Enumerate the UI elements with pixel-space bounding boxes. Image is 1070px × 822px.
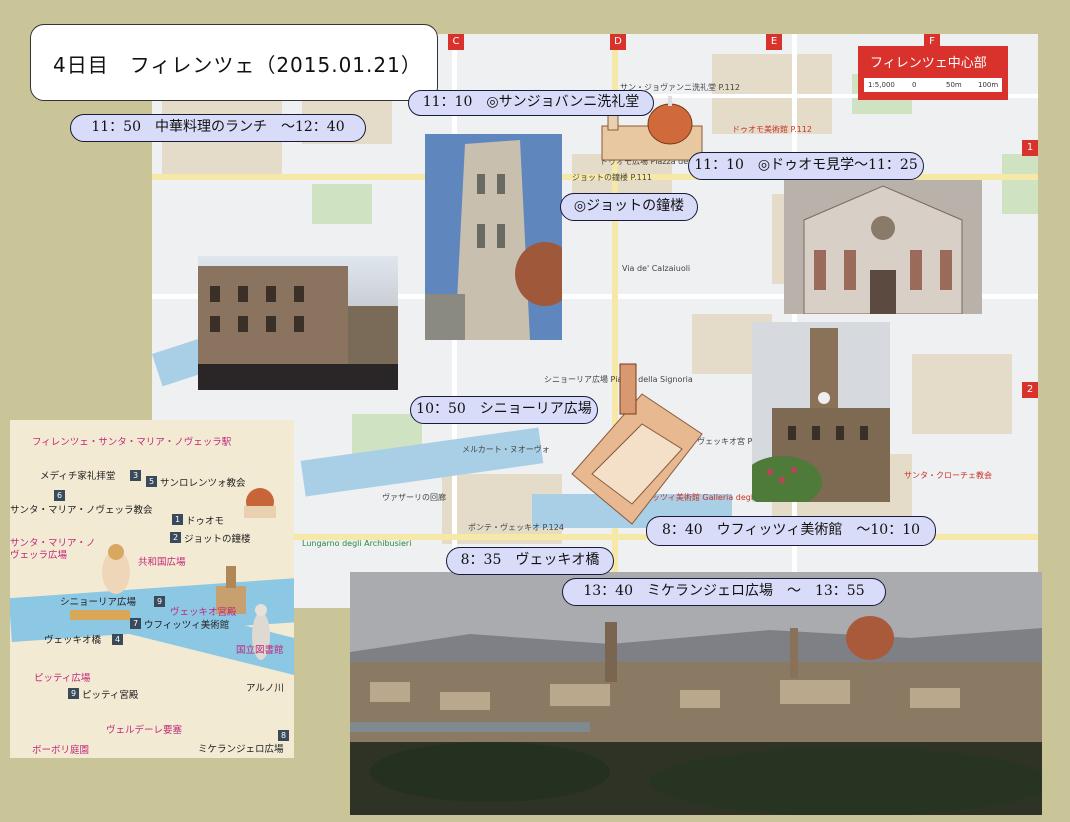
map-label-duomo-museum: ドゥオモ美術館 P.112 — [732, 125, 812, 134]
map-item-station: フィレンツェ・サンタ・マリア・ノヴェッラ駅 — [32, 437, 232, 448]
map-item-num-michelangelo: 8 — [278, 730, 289, 741]
day-title-box: 4日目 フィレンツェ（2015.01.21） — [30, 24, 438, 101]
label-uffizi: 8：40 ウフィッツィ美術館 ～10：10 — [646, 516, 936, 546]
map-item-boboli: ボーボリ庭園 — [32, 745, 90, 756]
label-giotto: ◎ジョットの鐘楼 — [560, 193, 698, 221]
label-michelangelo: 13：40 ミケランジェロ広場 ～ 13：55 — [562, 578, 886, 606]
palazzo-vecchio-tower-photo — [752, 322, 890, 502]
map-label-mercato: メルカート・ヌオーヴォ — [462, 445, 550, 454]
grid-col-c: C — [448, 34, 464, 50]
map-item-num-san-lorenzo: 5 — [146, 476, 157, 487]
map-label-via-calzaiuoli: Via de' Calzaiuoli — [622, 264, 691, 273]
map-item-num-signoria: 9 — [154, 596, 165, 607]
palazzo-vecchio-crowd-photo — [198, 256, 398, 390]
map-item-palazzo-vecchio: ヴェッキオ宮殿 — [170, 607, 237, 618]
map-item-republic-square: 共和国広場 — [138, 557, 186, 568]
map-label-vasari: ヴァザーリの回廊 — [382, 493, 446, 502]
map-title: フィレンツェ中心部 — [870, 56, 987, 71]
map-label-bell-tower: ジョットの鐘楼 P.111 — [572, 173, 652, 182]
map-item-ponte-vecchio: ヴェッキオ橋 — [44, 635, 102, 646]
map-item-num-pitti: 9 — [68, 688, 79, 699]
grid-col-e: E — [766, 34, 782, 50]
map-item-num-smn: 6 — [54, 490, 65, 501]
map-label-ponte-vecchio: ポンテ・ヴェッキオ P.124 — [468, 523, 564, 532]
label-baptistery: 11：10 ◎サンジョバンニ洗礼堂 — [408, 90, 654, 116]
map-item-num-duomo: 1 — [172, 514, 183, 525]
scale-ratio: 1:5,000 — [868, 81, 895, 89]
map-item-michelangelo: ミケランジェロ広場 — [198, 744, 284, 755]
grid-col-d: D — [610, 34, 626, 50]
map-item-num-medici: 3 — [130, 470, 141, 481]
duomo-dome-icon — [244, 488, 276, 518]
map-item-duomo: ドゥオモ — [186, 516, 225, 527]
scale-tick-100: 100m — [978, 81, 999, 89]
map-item-pitti-palace: ピッティ宮殿 — [82, 690, 139, 701]
map-scale-bar: 1:5,000 0 50m 100m — [864, 78, 1002, 92]
label-lunch: 11：50 中華料理のランチ ～12：40 — [70, 114, 366, 142]
map-item-library: 国立図書館 — [236, 645, 284, 656]
map-item-pitti-square: ピッティ広場 — [34, 673, 91, 684]
scale-tick-0: 0 — [912, 81, 917, 89]
map-label-lungarno: Lungarno degli Archibusieri — [302, 539, 412, 548]
map-item-signoria: シニョーリア広場 — [60, 597, 137, 608]
ponte-vecchio-icon — [70, 610, 130, 620]
map-item-belvedere: ヴェルデーレ要塞 — [106, 725, 183, 736]
scale-tick-50: 50m — [946, 81, 962, 89]
label-signoria: 10：50 シニョーリア広場 — [410, 396, 598, 424]
grid-row-1: 1 — [1022, 140, 1038, 156]
map-item-smn-church: サンタ・マリア・ノヴェッラ教会 — [10, 505, 153, 516]
map-item-medici: メディチ家礼拝堂 — [40, 471, 116, 482]
map-item-giotto: ジョットの鐘楼 — [184, 534, 251, 545]
map-item-num-giotto: 2 — [170, 532, 181, 543]
venus-figure-icon — [102, 544, 130, 594]
label-duomo: 11：10 ◎ドゥオモ見学～11：25 — [688, 152, 924, 180]
giotto-bell-tower-photo — [425, 134, 562, 340]
duomo-facade-photo — [784, 180, 982, 314]
map-item-smn-square: サンタ・マリア・ノヴェッラ広場 — [10, 538, 96, 561]
map-title-panel: フィレンツェ中心部 1:5,000 0 50m 100m — [858, 46, 1008, 100]
grid-row-2: 2 — [1022, 382, 1038, 398]
map-label-santa-croce: サンタ・クローチェ教会 — [904, 471, 992, 480]
map-item-num-ponte-vecchio: 4 — [112, 634, 123, 645]
map-item-arno: アルノ川 — [246, 683, 284, 694]
illustrated-tourist-map: フィレンツェ・サンタ・マリア・ノヴェッラ駅 3 メディチ家礼拝堂 5 サンロレン… — [10, 420, 294, 758]
label-vecchio-bridge: 8：35 ヴェッキオ橋 — [446, 547, 614, 575]
map-item-san-lorenzo: サンロレンツォ教会 — [160, 478, 246, 489]
map-item-num-uffizi: 7 — [130, 618, 141, 629]
michelangelo-panorama-photo — [350, 572, 1042, 815]
page-title: 4日目 フィレンツェ（2015.01.21） — [53, 53, 422, 77]
map-item-uffizi: ウフィッツィ美術館 — [144, 620, 230, 631]
